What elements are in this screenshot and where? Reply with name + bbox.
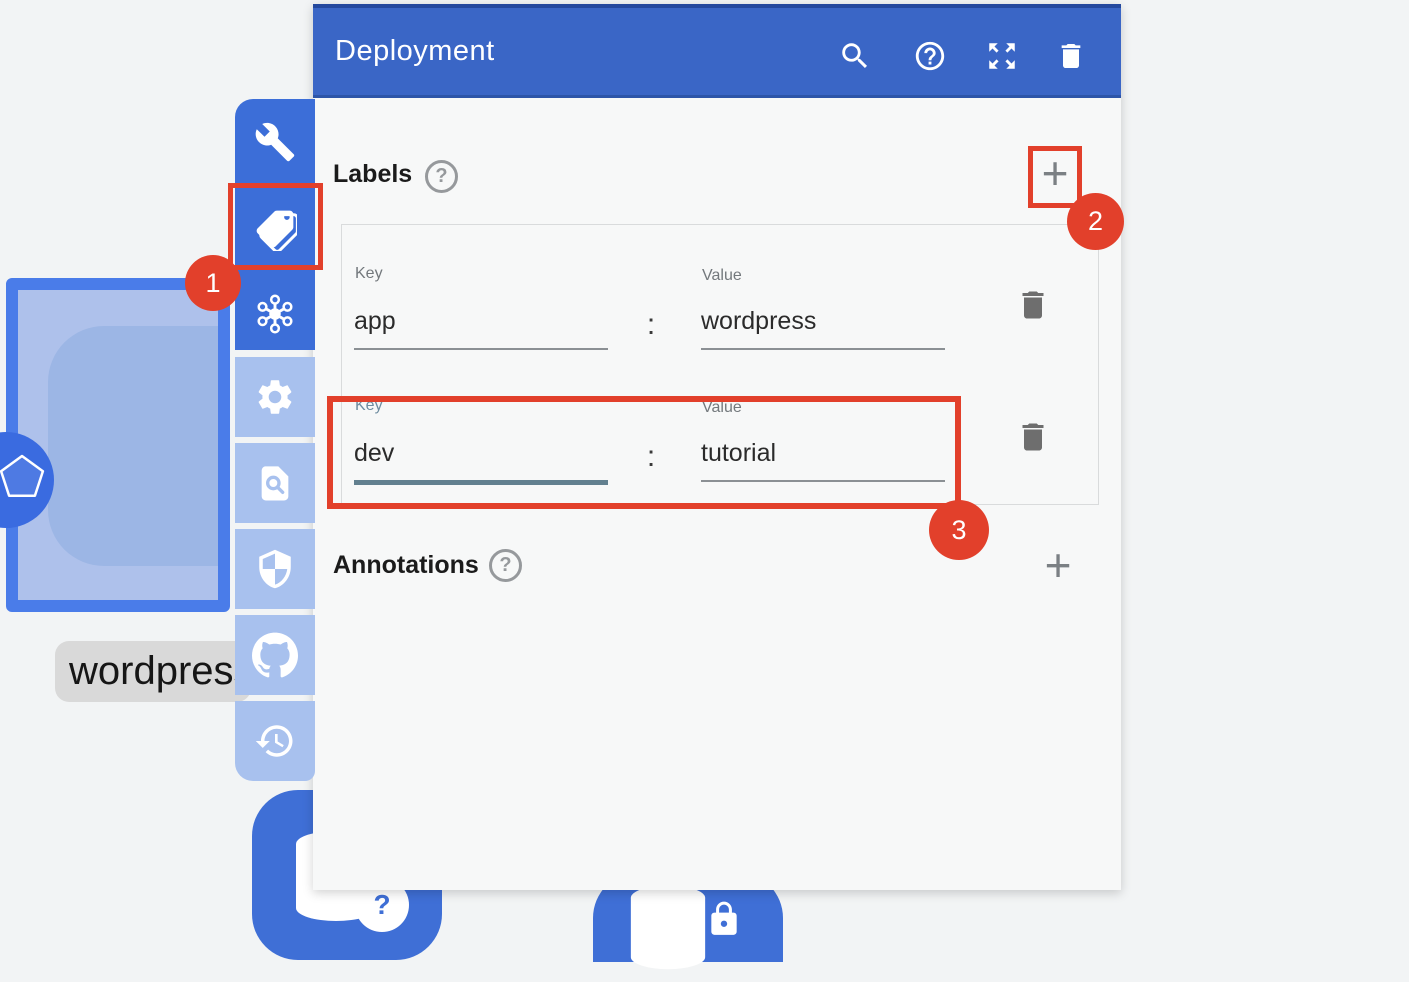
panel-header: Deployment [313, 4, 1121, 98]
value-field-label: Value [702, 267, 742, 285]
hub-icon [252, 291, 298, 337]
trash-icon [1055, 40, 1087, 72]
node-inner-shape [48, 326, 230, 566]
sidebar-item-history[interactable] [235, 701, 315, 781]
step-1-badge: 1 [185, 255, 241, 311]
annotations-section-title: Annotations [333, 551, 479, 580]
expand-icon [985, 39, 1019, 73]
key-field-label: Key [355, 265, 383, 283]
label-value-input[interactable] [701, 307, 945, 350]
gear-icon [254, 376, 296, 418]
doc-search-icon [255, 462, 295, 504]
step-2-badge: 2 [1067, 193, 1124, 250]
sidebar-item-settings[interactable] [235, 357, 315, 437]
help-button[interactable] [909, 35, 951, 77]
delete-button[interactable] [1050, 35, 1092, 77]
history-icon [254, 720, 296, 762]
sidebar-item-search-docs[interactable] [235, 443, 315, 523]
step-1-highlight-box [228, 183, 323, 270]
sidebar-item-github[interactable] [235, 615, 315, 695]
node-label: wordpress [55, 641, 251, 702]
trash-icon [1015, 285, 1051, 325]
shield-icon [254, 548, 296, 590]
sidebar-item-network[interactable] [235, 292, 315, 336]
step-2-highlight-box [1028, 146, 1082, 208]
step-3-badge: 3 [929, 500, 989, 560]
sidebar-item-security[interactable] [235, 529, 315, 609]
github-icon [252, 632, 298, 678]
search-icon [838, 39, 872, 73]
key-value-separator: : [640, 301, 662, 349]
label-key-input[interactable] [354, 307, 608, 350]
delete-label-row-button[interactable] [1012, 414, 1054, 460]
expand-button[interactable] [981, 35, 1023, 77]
lock-icon [705, 898, 743, 940]
panel-title: Deployment [335, 8, 495, 95]
add-annotation-button[interactable]: + [1034, 540, 1082, 592]
step-3-highlight-box [327, 396, 961, 509]
help-icon [913, 39, 947, 73]
trash-icon [1015, 417, 1051, 457]
labels-section-title: Labels [333, 160, 412, 189]
labels-help-icon[interactable]: ? [425, 160, 458, 193]
database-icon [629, 884, 707, 982]
search-button[interactable] [834, 35, 876, 77]
wrench-icon [254, 121, 296, 163]
sidebar-item-configure[interactable] [235, 120, 315, 164]
annotations-help-icon[interactable]: ? [489, 549, 522, 582]
pentagon-icon [0, 452, 50, 508]
delete-label-row-button[interactable] [1012, 282, 1054, 328]
